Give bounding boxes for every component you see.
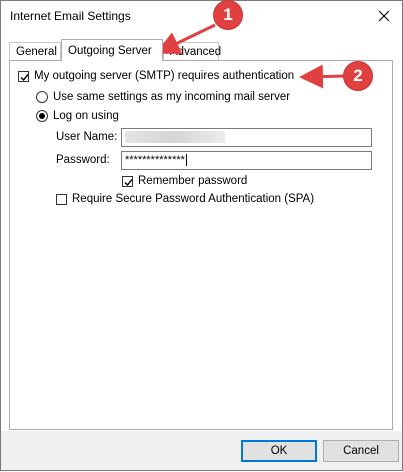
annotation-badge-2: 2 <box>344 62 372 90</box>
redacted-username <box>125 131 225 144</box>
annotation-badge-1: 1 <box>214 1 242 29</box>
tab-advanced-label: Advanced <box>170 46 222 58</box>
close-button[interactable] <box>370 4 398 28</box>
spa-row[interactable]: Require Secure Password Authentication (… <box>56 193 314 205</box>
tab-general-label: General <box>16 46 57 58</box>
password-value: ************** <box>125 154 185 166</box>
same-settings-label: Use same settings as my incoming mail se… <box>53 91 291 103</box>
log-on-row[interactable]: Log on using <box>36 110 119 122</box>
username-field[interactable] <box>121 128 372 147</box>
internet-email-settings-dialog: Internet Email Settings General Outgoing… <box>0 0 403 471</box>
username-label: User Name: <box>56 131 118 143</box>
remember-checkbox[interactable] <box>122 175 133 187</box>
same-settings-row[interactable]: Use same settings as my incoming mail se… <box>36 91 290 103</box>
log-on-radio[interactable] <box>36 110 48 122</box>
window-title: Internet Email Settings <box>10 9 131 23</box>
password-label: Password: <box>56 154 110 166</box>
radio-dot-icon <box>39 113 45 119</box>
log-on-label: Log on using <box>53 110 119 122</box>
tab-outgoing-server[interactable]: Outgoing Server <box>61 39 163 61</box>
smtp-auth-row[interactable]: My outgoing server (SMTP) requires authe… <box>18 70 294 82</box>
title-bar: Internet Email Settings <box>1 1 402 31</box>
same-settings-radio[interactable] <box>36 91 48 103</box>
tab-outgoing-server-label: Outgoing Server <box>68 45 152 57</box>
spa-label: Require Secure Password Authentication (… <box>72 193 315 205</box>
close-icon <box>378 10 390 22</box>
checkmark-icon <box>20 73 29 81</box>
ok-button[interactable]: OK <box>241 440 317 462</box>
remember-row[interactable]: Remember password <box>122 175 247 187</box>
password-field[interactable]: ************** <box>121 151 372 170</box>
checkmark-icon <box>124 178 133 186</box>
remember-label: Remember password <box>138 175 248 187</box>
tab-advanced[interactable]: Advanced <box>163 42 222 60</box>
smtp-auth-checkbox[interactable] <box>18 70 29 82</box>
cancel-button[interactable]: Cancel <box>323 440 399 462</box>
spa-checkbox[interactable] <box>56 193 67 205</box>
text-cursor <box>185 154 187 167</box>
smtp-auth-label: My outgoing server (SMTP) requires authe… <box>34 70 295 82</box>
ok-label: OK <box>270 445 288 457</box>
cancel-label: Cancel <box>343 445 379 457</box>
tab-general[interactable]: General <box>9 42 61 60</box>
